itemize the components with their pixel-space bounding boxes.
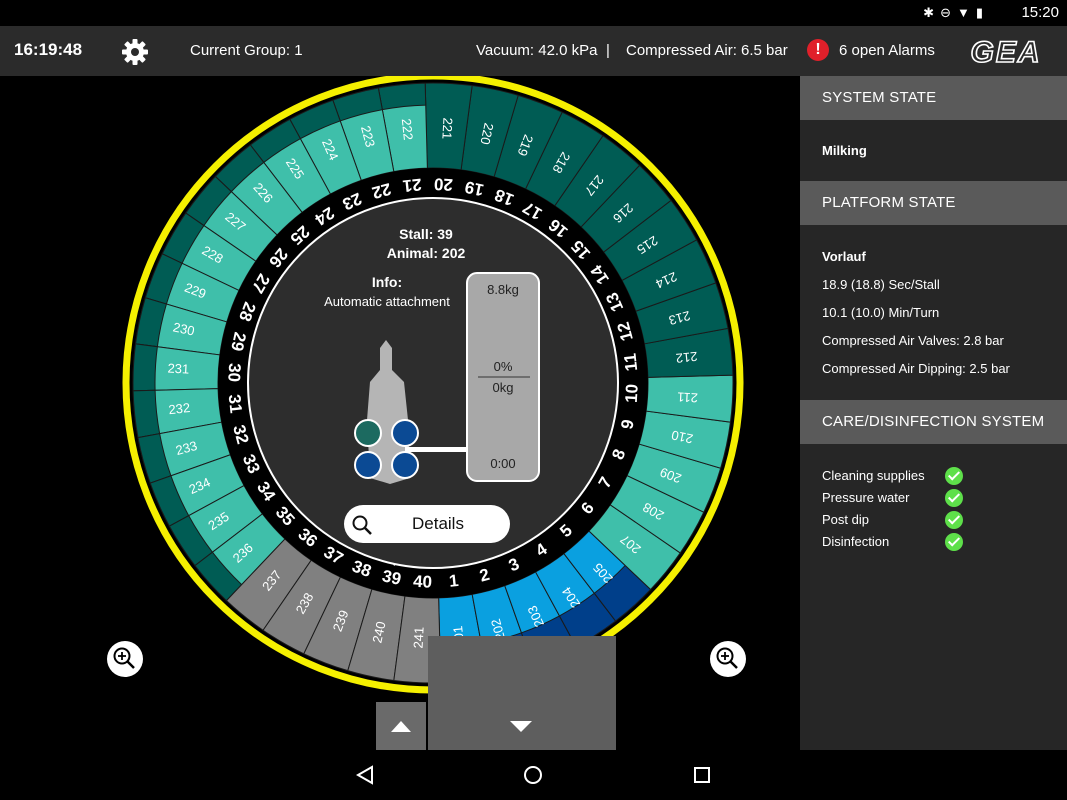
stall-number-39: 39 (380, 566, 402, 589)
care-item-disinfection: Disinfection (822, 534, 890, 549)
bluetooth-icon: ✱ (923, 5, 941, 20)
home-icon[interactable] (522, 764, 544, 786)
rotate-down-button[interactable] (428, 636, 616, 750)
stall-label: Stall: 39 (399, 226, 453, 242)
carousel-stage: 2012022032042052072082092102112122132142… (0, 76, 800, 750)
app-header: 16:19:48 Current Group: 1 Vacuum: 42.0 k… (0, 26, 1067, 76)
info-value: Automatic attachment (324, 294, 450, 309)
platform-state-header: PLATFORM STATE (800, 181, 1067, 225)
stall-label-221: 221 (439, 117, 455, 139)
stall-number-21: 21 (402, 175, 423, 196)
milk-line (405, 447, 469, 452)
details-button[interactable]: Details (344, 505, 510, 543)
stall-number-40: 40 (413, 572, 433, 592)
system-status-bar: ✱⊖▼▮ 15:20 (0, 0, 1067, 26)
stall-label-232: 232 (168, 400, 191, 417)
zoom-in-icon (716, 647, 738, 669)
stall-number-31: 31 (225, 393, 246, 414)
battery-icon: ▮ (975, 5, 989, 20)
stall-number-30: 30 (224, 363, 244, 383)
zoom-in-left-button[interactable] (107, 641, 143, 677)
zoom-in-icon (113, 647, 135, 669)
details-label: Details (412, 514, 464, 533)
alarm-icon[interactable]: ! (807, 39, 829, 61)
back-icon[interactable] (354, 764, 376, 786)
gea-logo-text: GEA (970, 36, 1041, 68)
do-not-disturb-icon: ⊖ (940, 5, 957, 20)
system-time: 15:20 (1021, 4, 1059, 21)
stall-number-11: 11 (621, 352, 642, 372)
platform-mode: Vorlauf (822, 249, 866, 264)
header-separator: | (606, 42, 610, 59)
system-state-header: SYSTEM STATE (800, 76, 1067, 120)
teat-cup-front-left-icon (354, 419, 382, 447)
stall-label-241: 241 (411, 626, 427, 648)
check-icon (945, 467, 963, 485)
compressed-air-reading: Compressed Air: 6.5 bar (626, 42, 788, 59)
vacuum-reading: Vacuum: 42.0 kPa (476, 42, 598, 59)
stall-number-19: 19 (463, 177, 485, 200)
stall-number-1: 1 (448, 571, 459, 591)
stall-number-29: 29 (227, 330, 250, 352)
wifi-icon: ▼ (956, 5, 976, 20)
care-item-cleaning-supplies: Cleaning supplies (822, 468, 925, 483)
recents-icon[interactable] (691, 764, 713, 786)
status-icons: ✱⊖▼▮ (923, 5, 989, 21)
stall-label-211: 211 (677, 389, 698, 405)
compressed-air-dipping: Compressed Air Dipping: 2.5 bar (822, 361, 1010, 376)
stall-number-20: 20 (433, 174, 453, 194)
gea-logo: GEA (970, 35, 1041, 68)
teat-cup-front-right-icon (391, 419, 419, 447)
clock: 16:19:48 (14, 40, 83, 59)
animal-label: Animal: 202 (387, 245, 466, 261)
stall-label-222: 222 (399, 118, 416, 141)
care-item-pressure-water: Pressure water (822, 490, 910, 505)
zoom-in-right-button[interactable] (710, 641, 746, 677)
sec-per-stall: 18.9 (18.8) Sec/Stall (822, 277, 940, 292)
min-per-turn: 10.1 (10.0) Min/Turn (822, 305, 940, 320)
stall-number-10: 10 (622, 383, 642, 403)
info-label: Info: (372, 274, 402, 290)
system-navigation-bar (0, 750, 1067, 800)
current-group: Current Group: 1 (190, 42, 303, 59)
system-state-title: SYSTEM STATE (822, 89, 937, 106)
check-icon (945, 489, 963, 507)
system-state-value: Milking (822, 143, 867, 158)
check-icon (945, 533, 963, 551)
search-icon (352, 515, 372, 535)
stall-band-232[interactable] (132, 389, 161, 439)
open-alarms-link[interactable]: 6 open Alarms (839, 42, 935, 59)
stall-band-231[interactable] (132, 343, 158, 392)
triangle-up-icon (391, 721, 411, 732)
settings-gear-icon[interactable] (120, 37, 150, 67)
stall-label-231: 231 (167, 361, 189, 377)
care-item-post-dip: Post dip (822, 512, 869, 527)
gauge-top-value: 8.8kg (487, 282, 519, 297)
state-side-panel: SYSTEM STATE Milking PLATFORM STATE Vorl… (800, 76, 1067, 750)
platform-state-title: PLATFORM STATE (822, 194, 956, 211)
triangle-down-icon (510, 721, 532, 732)
gauge-percent: 0% (494, 359, 513, 374)
rotate-up-button[interactable] (376, 702, 426, 750)
teat-cup-rear-right-icon (391, 451, 419, 479)
care-disinfection-title: CARE/DISINFECTION SYSTEM (822, 413, 1045, 430)
gauge-kg: 0kg (493, 380, 514, 395)
teat-cup-rear-left-icon (354, 451, 382, 479)
stall-band-222[interactable] (377, 82, 427, 111)
stall-label-212: 212 (675, 349, 698, 366)
compressed-air-valves: Compressed Air Valves: 2.8 bar (822, 333, 1004, 348)
check-icon (945, 511, 963, 529)
gauge-time: 0:00 (490, 456, 515, 471)
care-disinfection-header: CARE/DISINFECTION SYSTEM (800, 400, 1067, 444)
